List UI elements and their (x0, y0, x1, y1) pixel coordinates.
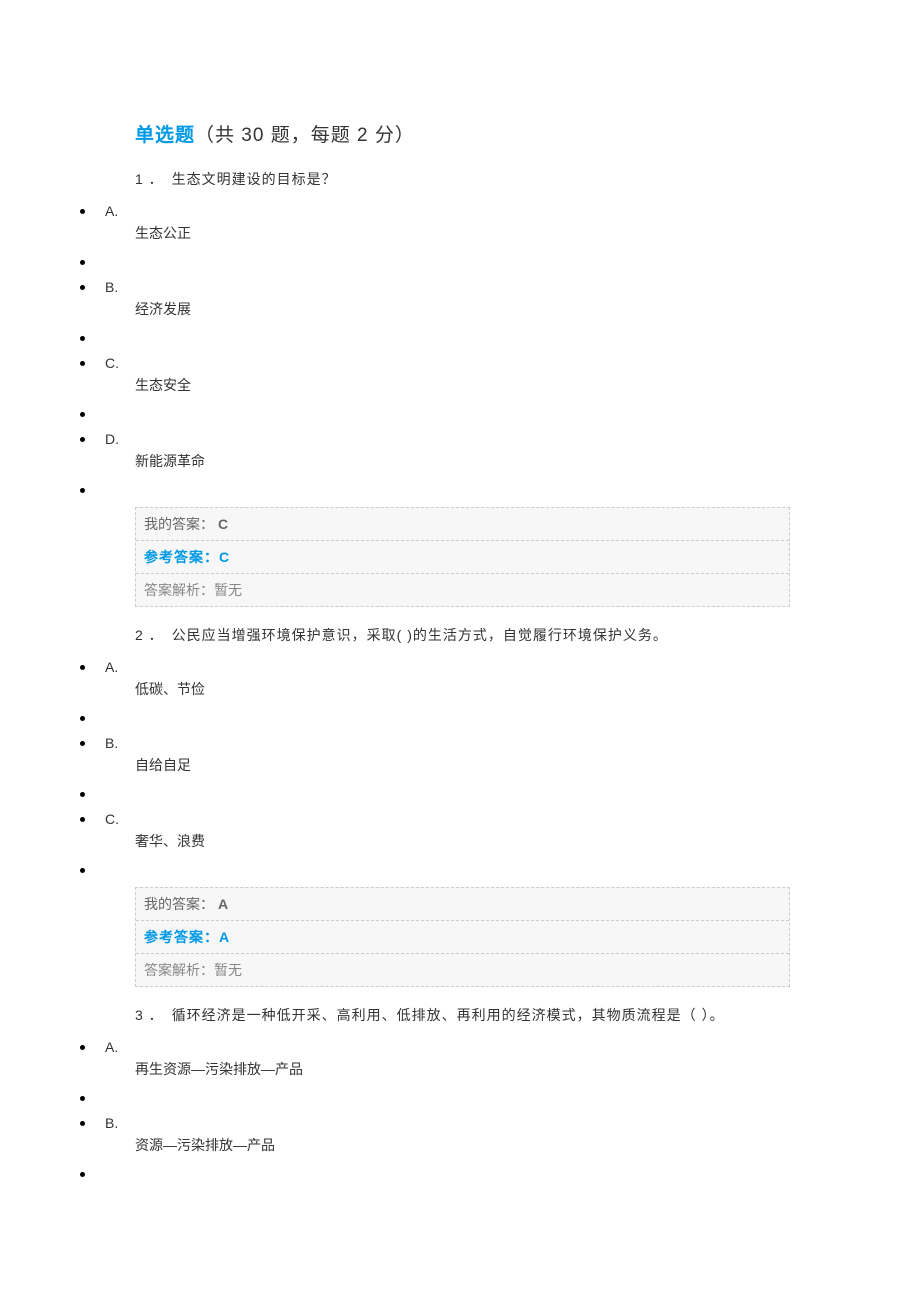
analysis-row: 答案解析：暂无 (136, 574, 789, 606)
empty-row (0, 711, 920, 725)
empty-row (0, 1091, 920, 1105)
my-answer-value: A (218, 896, 228, 912)
option-row[interactable]: B. (0, 1115, 920, 1131)
my-answer-value: C (218, 516, 228, 532)
option-text: 经济发展 (135, 299, 920, 319)
bullet-icon (80, 1121, 85, 1126)
empty-row (0, 255, 920, 269)
section-title-rest: （共 30 题，每题 2 分） (195, 125, 415, 146)
option-letter: A. (105, 1039, 118, 1055)
option-row[interactable]: C. (0, 355, 920, 371)
question-text: 公民应当增强环境保护意识，采取( )的生活方式，自觉履行环境保护义务。 (172, 627, 668, 643)
option-letter: B. (105, 279, 118, 295)
ref-answer-label: 参考答案： (144, 929, 219, 945)
bullet-icon (80, 1096, 85, 1101)
bullet-icon (80, 209, 85, 214)
ref-answer-value: C (219, 549, 230, 565)
empty-row (0, 483, 920, 497)
option-text: 自给自足 (135, 755, 920, 775)
empty-row (0, 863, 920, 877)
option-text: 低碳、节俭 (135, 679, 920, 699)
empty-row (0, 331, 920, 345)
question: 2 ． 公民应当增强环境保护意识，采取( )的生活方式，自觉履行环境保护义务。 A… (0, 625, 920, 987)
bullet-icon (80, 336, 85, 341)
option-row[interactable]: A. (0, 1039, 920, 1055)
my-answer-row: 我的答案：C (136, 508, 789, 541)
option-letter: D. (105, 431, 119, 447)
ref-answer-label: 参考答案： (144, 549, 219, 565)
bullet-icon (80, 716, 85, 721)
question-stem: 2 ． 公民应当增强环境保护意识，采取( )的生活方式，自觉履行环境保护义务。 (135, 625, 920, 645)
ref-answer-value: A (219, 929, 230, 945)
bullet-icon (80, 285, 85, 290)
question-stem: 1 ． 生态文明建设的目标是？ (135, 169, 920, 189)
option-text: 再生资源—污染排放—产品 (135, 1059, 920, 1079)
question: 3 ． 循环经济是一种低开采、高利用、低排放、再利用的经济模式，其物质流程是（ ）… (0, 1005, 920, 1181)
analysis-row: 答案解析：暂无 (136, 954, 789, 986)
option-letter: C. (105, 355, 119, 371)
option-text: 生态安全 (135, 375, 920, 395)
option-row[interactable]: A. (0, 659, 920, 675)
bullet-icon (80, 437, 85, 442)
bullet-icon (80, 817, 85, 822)
option-text: 新能源革命 (135, 451, 920, 471)
option-text: 奢华、浪费 (135, 831, 920, 851)
question-text: 生态文明建设的目标是？ (172, 171, 337, 187)
option-letter: A. (105, 203, 118, 219)
empty-row (0, 407, 920, 421)
question-text: 循环经济是一种低开采、高利用、低排放、再利用的经济模式，其物质流程是（ ）。 (172, 1007, 725, 1023)
section-title-highlight: 单选题 (135, 125, 195, 146)
page-content: 单选题（共 30 题，每题 2 分） 1 ． 生态文明建设的目标是？ A. 生态公… (0, 0, 920, 1231)
bullet-icon (80, 260, 85, 265)
question: 1 ． 生态文明建设的目标是？ A. 生态公正 B. 经济发展 C. 生态安全 D… (0, 169, 920, 607)
option-row[interactable]: D. (0, 431, 920, 447)
answer-block: 我的答案：A 参考答案：A 答案解析：暂无 (135, 887, 790, 987)
bullet-icon (80, 792, 85, 797)
my-answer-label: 我的答案： (144, 896, 214, 912)
option-letter: C. (105, 811, 119, 827)
ref-answer-row: 参考答案：A (136, 921, 789, 954)
bullet-icon (80, 361, 85, 366)
bullet-icon (80, 488, 85, 493)
question-stem: 3 ． 循环经济是一种低开采、高利用、低排放、再利用的经济模式，其物质流程是（ ）… (135, 1005, 920, 1025)
my-answer-row: 我的答案：A (136, 888, 789, 921)
section-title: 单选题（共 30 题，每题 2 分） (135, 120, 920, 147)
bullet-icon (80, 1172, 85, 1177)
bullet-icon (80, 665, 85, 670)
option-text: 资源—污染排放—产品 (135, 1135, 920, 1155)
analysis-value: 暂无 (214, 582, 242, 598)
my-answer-label: 我的答案： (144, 516, 214, 532)
question-number: 2 ． (135, 627, 164, 643)
analysis-label: 答案解析： (144, 582, 214, 598)
option-letter: B. (105, 1115, 118, 1131)
bullet-icon (80, 868, 85, 873)
question-number: 1 ． (135, 171, 164, 187)
option-row[interactable]: C. (0, 811, 920, 827)
option-row[interactable]: A. (0, 203, 920, 219)
empty-row (0, 787, 920, 801)
ref-answer-row: 参考答案：C (136, 541, 789, 574)
analysis-label: 答案解析： (144, 962, 214, 978)
option-row[interactable]: B. (0, 735, 920, 751)
bullet-icon (80, 1045, 85, 1050)
option-letter: B. (105, 735, 118, 751)
question-number: 3 ． (135, 1007, 164, 1023)
answer-block: 我的答案：C 参考答案：C 答案解析：暂无 (135, 507, 790, 607)
option-text: 生态公正 (135, 223, 920, 243)
option-row[interactable]: B. (0, 279, 920, 295)
bullet-icon (80, 412, 85, 417)
option-letter: A. (105, 659, 118, 675)
analysis-value: 暂无 (214, 962, 242, 978)
empty-row (0, 1167, 920, 1181)
bullet-icon (80, 741, 85, 746)
